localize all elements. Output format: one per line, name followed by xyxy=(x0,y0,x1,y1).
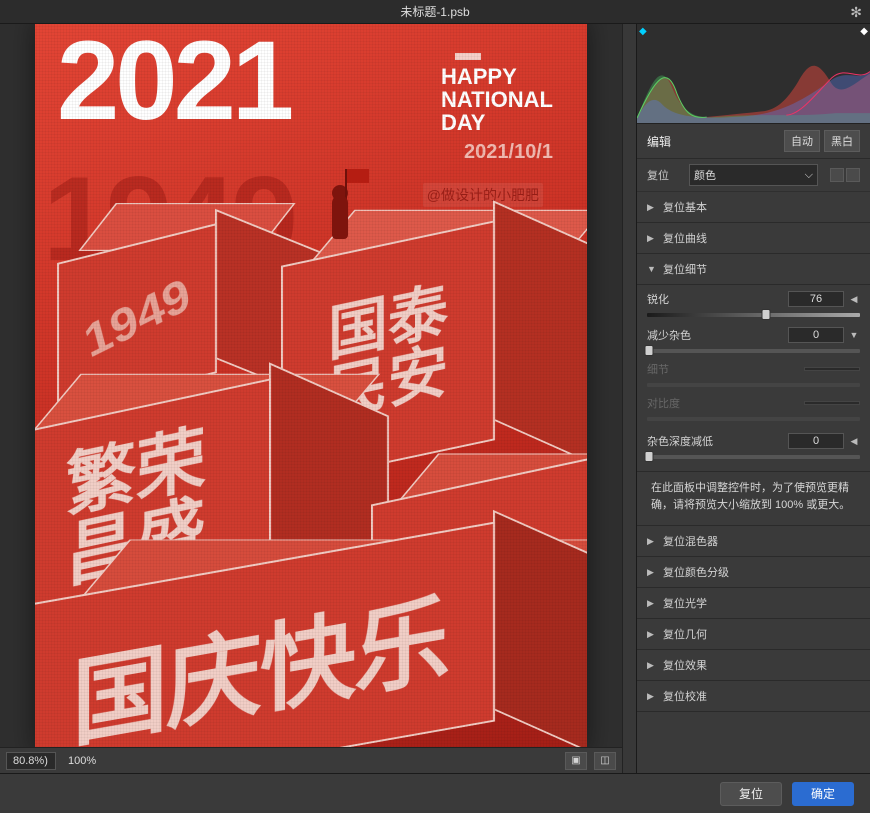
view-mode-single-icon[interactable]: ▣ xyxy=(565,752,587,770)
histogram-shadow-handle[interactable]: ◆ xyxy=(639,26,647,37)
expand-right-icon[interactable]: ◀ xyxy=(848,435,860,447)
noise-reduce-slider[interactable] xyxy=(647,349,860,353)
canvas[interactable]: 2021 HAPPYNATIONALDAY 2021/10/1 @做设计的小肥肥… xyxy=(0,24,622,747)
title-bar: 未标题-1.psb ✻ xyxy=(0,0,870,24)
acc-color-grade[interactable]: ▶复位颜色分级 xyxy=(637,557,870,588)
chevron-down-icon: ▼ xyxy=(647,264,659,274)
grid-icon[interactable] xyxy=(830,168,844,182)
list-icon[interactable] xyxy=(846,168,860,182)
view-mode-split-icon[interactable]: ◫ xyxy=(594,752,616,770)
acc-curve[interactable]: ▶复位曲线 xyxy=(637,223,870,254)
reset-select[interactable]: 颜色⌵ xyxy=(689,164,818,186)
zoom-input[interactable]: 80.8%) xyxy=(6,752,56,770)
poster-handle-1: @做设计的小肥肥 xyxy=(423,183,543,207)
histogram[interactable]: ◆ ◆ xyxy=(637,24,870,124)
poster-year: 2021 xyxy=(57,25,290,137)
poster-figure xyxy=(323,179,357,239)
contrast-sub-label: 对比度 xyxy=(647,395,680,411)
histogram-highlight-handle[interactable]: ◆ xyxy=(860,26,868,37)
poster-preview: 2021 HAPPYNATIONALDAY 2021/10/1 @做设计的小肥肥… xyxy=(35,24,587,747)
acc-detail[interactable]: ▼复位细节 xyxy=(637,254,870,285)
ok-button[interactable]: 确定 xyxy=(792,782,854,806)
expand-right-icon[interactable]: ◀ xyxy=(848,293,860,305)
poster-english: HAPPYNATIONALDAY xyxy=(441,65,553,134)
auto-button[interactable]: 自动 xyxy=(784,130,820,152)
poster-dash xyxy=(455,53,481,60)
acc-basic[interactable]: ▶复位基本 xyxy=(637,192,870,223)
noise-reduce-value[interactable]: 0 xyxy=(788,327,844,343)
dialog-footer: 复位 确定 xyxy=(0,773,870,813)
deep-noise-label: 杂色深度减低 xyxy=(647,433,713,449)
chevron-right-icon: ▶ xyxy=(647,202,659,213)
reset-button[interactable]: 复位 xyxy=(720,782,782,806)
deep-noise-slider[interactable] xyxy=(647,455,860,459)
status-bar: 80.8%) 100% ▣ ◫ xyxy=(0,747,622,773)
contrast-sub-value xyxy=(804,401,860,405)
sharpen-value[interactable]: 76 xyxy=(788,291,844,307)
zoom-percent: 100% xyxy=(60,755,104,767)
detail-sub-label: 细节 xyxy=(647,361,669,377)
sharpen-label: 锐化 xyxy=(647,291,669,307)
contrast-sub-slider xyxy=(647,417,860,421)
box-e: 国庆快乐 xyxy=(35,559,585,748)
file-title: 未标题-1.psb xyxy=(400,3,469,20)
acc-effects[interactable]: ▶复位效果 xyxy=(637,650,870,681)
sharpen-slider[interactable] xyxy=(647,313,860,317)
collapse-down-icon[interactable]: ▼ xyxy=(848,329,860,341)
reset-label: 复位 xyxy=(647,167,683,183)
chevron-right-icon: ▶ xyxy=(647,660,659,671)
poster-date: 2021/10/1 xyxy=(464,141,553,164)
acc-geom[interactable]: ▶复位几何 xyxy=(637,619,870,650)
acc-mixer[interactable]: ▶复位混色器 xyxy=(637,526,870,557)
edit-section-label: 编辑 xyxy=(647,133,671,150)
bw-button[interactable]: 黑白 xyxy=(824,130,860,152)
chevron-right-icon: ▶ xyxy=(647,536,659,547)
chevron-right-icon: ▶ xyxy=(647,629,659,640)
chevron-right-icon: ▶ xyxy=(647,598,659,609)
chevron-down-icon: ⌵ xyxy=(805,169,813,182)
detail-sub-value xyxy=(804,367,860,371)
chevron-right-icon: ▶ xyxy=(647,567,659,578)
chevron-right-icon: ▶ xyxy=(647,691,659,702)
gear-icon[interactable]: ✻ xyxy=(850,4,862,21)
panel-hint-text: 在此面板中调整控件时，为了使预览更精确，请将预览大小缩放到 100% 或更大。 xyxy=(637,472,870,526)
detail-sub-slider xyxy=(647,383,860,387)
noise-reduce-label: 减少杂色 xyxy=(647,327,691,343)
deep-noise-value[interactable]: 0 xyxy=(788,433,844,449)
acc-optics[interactable]: ▶复位光学 xyxy=(637,588,870,619)
acc-calib[interactable]: ▶复位校准 xyxy=(637,681,870,712)
chevron-right-icon: ▶ xyxy=(647,233,659,244)
vertical-scrollbar[interactable] xyxy=(622,24,636,773)
